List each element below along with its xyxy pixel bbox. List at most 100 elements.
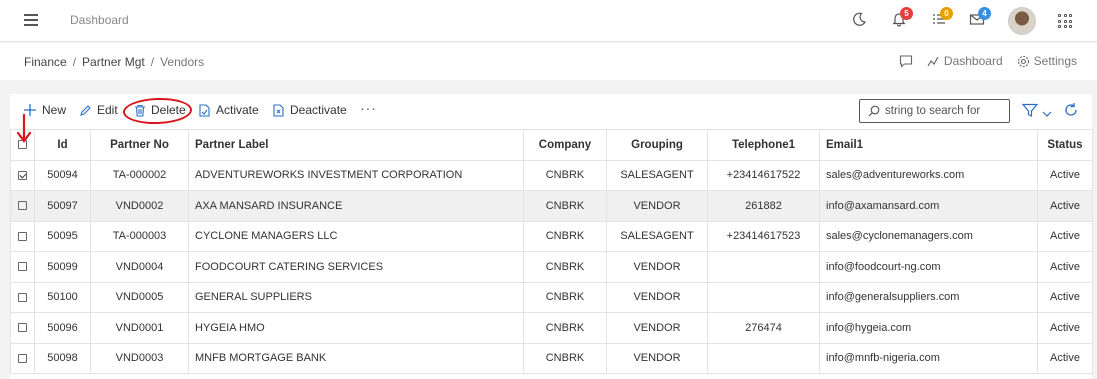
row-checkbox[interactable] — [18, 262, 27, 272]
activate-button[interactable]: Activate — [198, 103, 259, 117]
filter-icon[interactable] — [1021, 103, 1039, 123]
cell-id: 50094 — [34, 159, 91, 191]
tasks-badge: 0 — [940, 7, 953, 20]
table-row[interactable]: 50100 VND0005 GENERAL SUPPLIERS CNBRK VENDOR… — [10, 281, 1093, 313]
cell-email1: info@mnfb-nigeria.com — [819, 342, 1038, 374]
deactivate-document-icon — [273, 103, 284, 117]
cell-status: Active — [1037, 342, 1093, 374]
header-grouping[interactable]: Grouping — [606, 129, 708, 161]
row-select-cell[interactable] — [10, 281, 35, 313]
cell-partner-no: TA-000002 — [90, 159, 189, 191]
settings-link[interactable]: Settings — [1017, 54, 1077, 68]
messages-envelope-icon[interactable]: 4 — [969, 7, 991, 31]
cell-telephone1: 276474 — [707, 312, 820, 344]
edit-button-label: Edit — [97, 103, 118, 117]
cell-partner-label: CYCLONE MANAGERS LLC — [188, 220, 524, 252]
cell-telephone1 — [707, 251, 820, 283]
table-row[interactable]: 50097 VND0002 AXA MANSARD INSURANCE CNBRK VE… — [10, 190, 1093, 222]
row-checkbox[interactable] — [18, 231, 27, 241]
table-row[interactable]: 50095 TA-000003 CYCLONE MANAGERS LLC CNBRK S… — [10, 220, 1093, 252]
search-input[interactable] — [885, 105, 1003, 117]
breadcrumb-finance[interactable]: Finance — [24, 55, 67, 69]
cell-status: Active — [1037, 251, 1093, 283]
cell-grouping: SALESAGENT — [606, 159, 708, 191]
table-row[interactable]: 50098 VND0003 MNFB MORTGAGE BANK CNBRK VENDO… — [10, 342, 1093, 374]
header-id[interactable]: Id — [34, 129, 91, 161]
row-select-cell[interactable] — [10, 220, 35, 252]
notifications-bell-icon[interactable]: 5 — [891, 7, 913, 31]
cell-partner-label: AXA MANSARD INSURANCE — [188, 190, 524, 222]
cell-grouping: VENDOR — [606, 281, 708, 313]
cell-partner-label: MNFB MORTGAGE BANK — [188, 342, 524, 374]
cell-id: 50099 — [34, 251, 91, 283]
cell-email1: sales@cyclonemanagers.com — [819, 220, 1038, 252]
cell-id: 50098 — [34, 342, 91, 374]
search-box — [859, 99, 1010, 123]
table-row[interactable]: 50099 VND0004 FOODCOURT CATERING SERVICES C… — [10, 251, 1093, 283]
tasks-list-icon[interactable]: 0 — [931, 7, 953, 31]
cell-telephone1: +23414617522 — [707, 159, 820, 191]
header-status[interactable]: Status — [1037, 129, 1093, 161]
cell-telephone1 — [707, 281, 820, 313]
toolbar: New Edit Delete Activate Deactivate ··· — [10, 94, 1092, 128]
edit-button[interactable]: Edit — [79, 103, 118, 117]
row-checkbox[interactable] — [18, 323, 27, 333]
menu-icon[interactable] — [24, 14, 38, 26]
refresh-icon[interactable] — [1063, 102, 1079, 123]
more-actions-button[interactable]: ··· — [360, 100, 377, 116]
cell-id: 50095 — [34, 220, 91, 252]
vendors-table: Id Partner No Partner Label Company Grou… — [10, 129, 1093, 374]
header-telephone1[interactable]: Telephone1 — [707, 129, 820, 161]
row-select-cell[interactable] — [10, 342, 35, 374]
breadcrumb-vendors: Vendors — [160, 55, 205, 69]
user-avatar[interactable] — [1008, 7, 1036, 35]
row-select-cell[interactable] — [10, 190, 35, 222]
header-partner-label[interactable]: Partner Label — [188, 129, 524, 161]
cell-company: CNBRK — [523, 281, 607, 313]
gear-icon — [1017, 55, 1029, 67]
cell-grouping: VENDOR — [606, 312, 708, 344]
settings-link-label: Settings — [1033, 54, 1077, 68]
cell-company: CNBRK — [523, 251, 607, 283]
comment-button[interactable] — [899, 54, 913, 68]
row-checkbox[interactable] — [18, 201, 27, 211]
cell-company: CNBRK — [523, 190, 607, 222]
new-button-label: New — [42, 103, 67, 117]
apps-grid-icon[interactable] — [1058, 14, 1072, 28]
breadcrumb-partner-mgt[interactable]: Partner Mgt — [82, 55, 145, 69]
cell-partner-no: VND0005 — [90, 281, 189, 313]
header-company[interactable]: Company — [523, 129, 607, 161]
header-email1[interactable]: Email1 — [819, 129, 1038, 161]
deactivate-button[interactable]: Deactivate — [272, 103, 347, 117]
row-checkbox[interactable] — [18, 292, 27, 302]
search-icon — [868, 105, 880, 117]
table-row[interactable]: 50094 TA-000002 ADVENTUREWORKS INVESTMENT … — [10, 159, 1093, 191]
dashboard-link[interactable]: Dashboard — [927, 54, 1003, 68]
cell-id: 50096 — [34, 312, 91, 344]
delete-annotation-circle — [122, 96, 193, 126]
row-select-cell[interactable] — [10, 159, 35, 191]
dark-mode-moon-icon[interactable] — [851, 11, 871, 31]
breadcrumb-actions: Dashboard Settings — [899, 54, 1077, 68]
cell-email1: info@generalsuppliers.com — [819, 281, 1038, 313]
cell-company: CNBRK — [523, 342, 607, 374]
activate-document-icon — [199, 103, 210, 117]
cell-telephone1: 261882 — [707, 190, 820, 222]
dashboard-link-label: Dashboard — [943, 54, 1003, 68]
row-checkbox[interactable] — [18, 170, 27, 180]
row-select-cell[interactable] — [10, 312, 35, 344]
cell-grouping: VENDOR — [606, 190, 708, 222]
row-checkbox[interactable] — [18, 353, 27, 363]
row-select-cell[interactable] — [10, 251, 35, 283]
cell-partner-label: HYGEIA HMO — [188, 312, 524, 344]
top-bar: Dashboard 5 0 4 — [0, 0, 1097, 42]
pencil-icon — [80, 104, 91, 116]
header-partner-no[interactable]: Partner No — [90, 129, 189, 161]
cell-email1: info@foodcourt-ng.com — [819, 251, 1038, 283]
chevron-down-icon[interactable] — [1042, 105, 1052, 123]
cell-id: 50097 — [34, 190, 91, 222]
cell-id: 50100 — [34, 281, 91, 313]
table-row[interactable]: 50096 VND0001 HYGEIA HMO CNBRK VENDOR 276474 i… — [10, 312, 1093, 344]
cell-partner-no: TA-000003 — [90, 220, 189, 252]
cell-partner-no: VND0004 — [90, 251, 189, 283]
